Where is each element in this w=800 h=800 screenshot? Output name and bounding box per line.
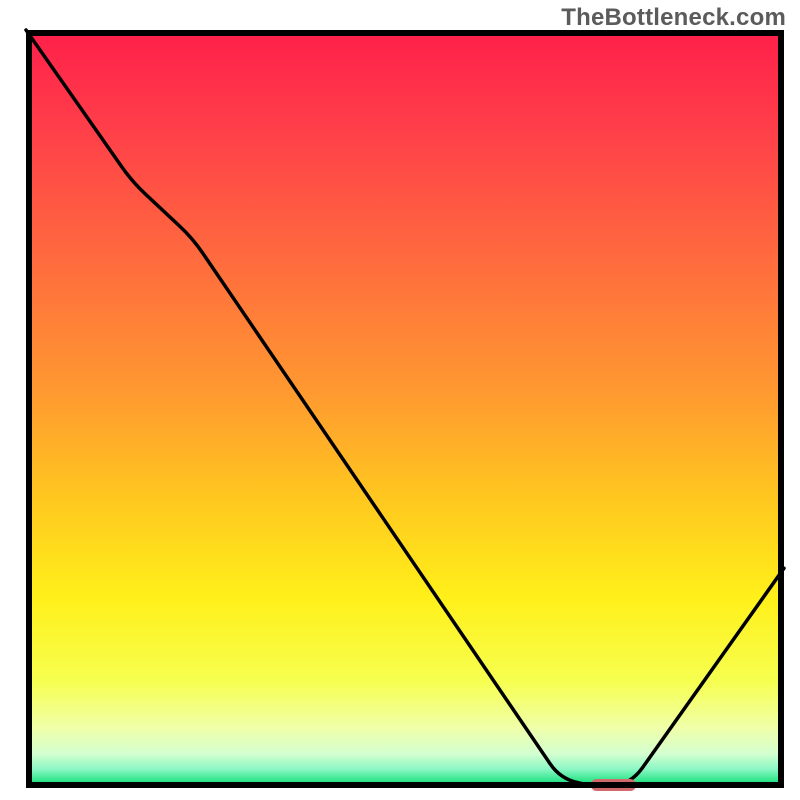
chart-svg [0,0,800,800]
chart-stage: TheBottleneck.com [0,0,800,800]
chart-background [26,30,784,788]
plateau-marker [591,779,636,791]
watermark-label: TheBottleneck.com [561,4,786,32]
